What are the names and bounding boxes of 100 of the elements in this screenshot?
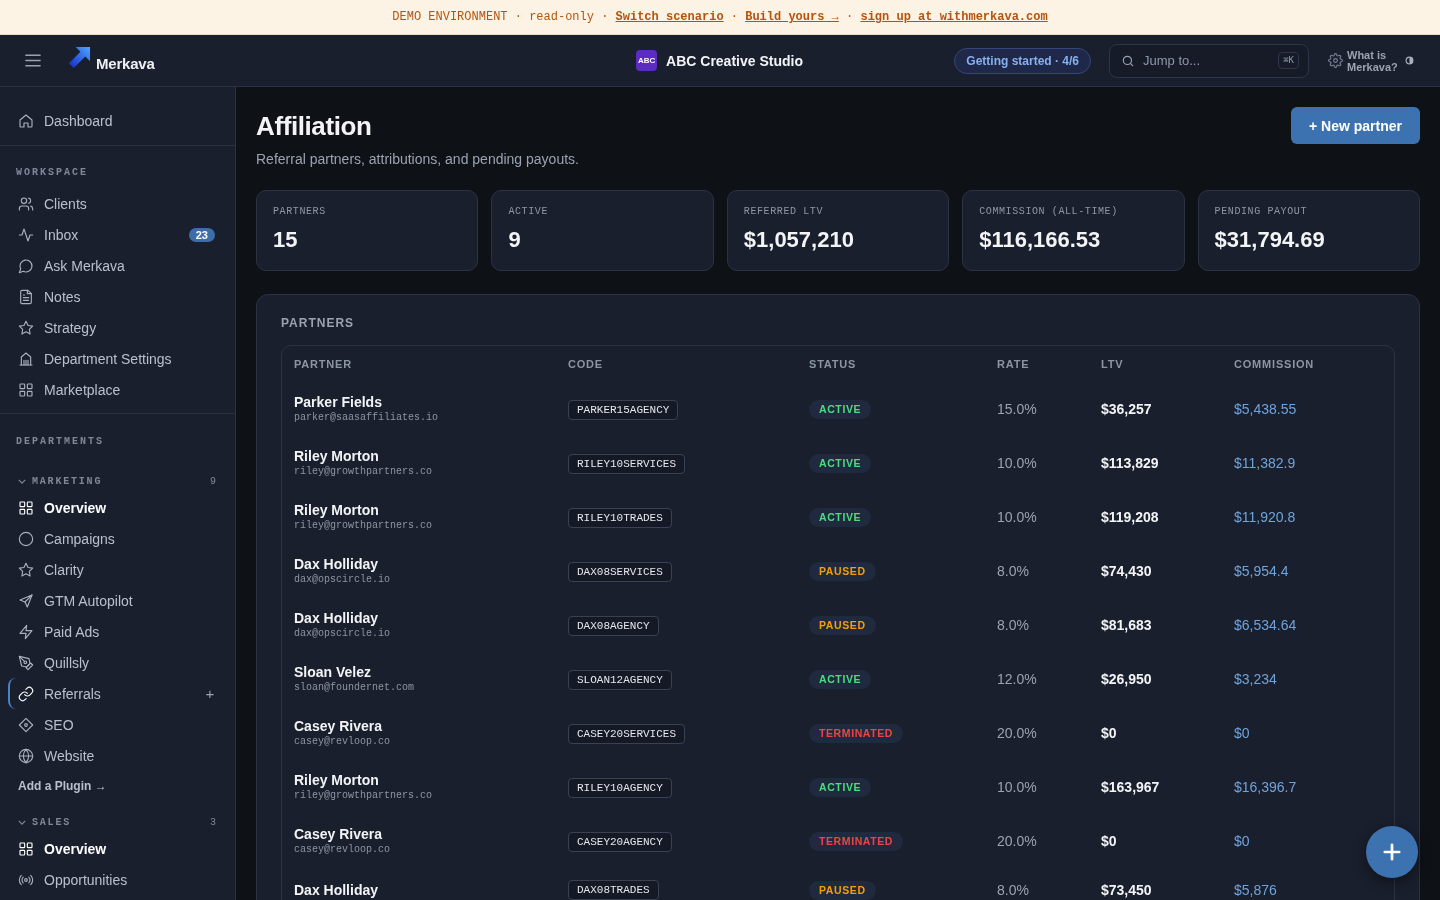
partner-name: Riley Morton: [294, 501, 379, 519]
referral-code: SLOAN12AGENCY: [568, 669, 672, 690]
banner-text: DEMO ENVIRONMENT · read-only · Switch scenario · Build yours → · sign up at withmerkava.com: [392, 9, 1048, 25]
sidebar-item[interactable]: Quillsly: [8, 647, 227, 678]
sidebar-item[interactable]: Referrals: [8, 678, 203, 709]
circle-icon: [18, 530, 34, 547]
stat-label: REFERRED LTV: [743, 206, 823, 218]
referral-code: PARKER15AGENCY: [568, 399, 679, 420]
rate-value: 8.0%: [997, 881, 1029, 898]
sidebar-item[interactable]: Overview: [8, 492, 227, 523]
commission-value: $0: [1234, 725, 1250, 741]
partner-email: parker@saasaffiliates.io: [294, 411, 439, 425]
sidebar-item[interactable]: SEO: [8, 709, 227, 740]
rate-value: 8.0%: [997, 563, 1029, 579]
arrow-logo-icon: [68, 46, 91, 69]
stat-label: PARTNERS: [273, 206, 326, 218]
rate-value: 10.0%: [997, 455, 1037, 471]
new-partner-button[interactable]: + New partner: [1291, 107, 1420, 144]
getting-started-button[interactable]: Getting started · 4/6: [954, 47, 1091, 74]
commission-value: $3,234: [1234, 671, 1277, 687]
sidebar-item[interactable]: Clarity: [8, 554, 227, 585]
ltv-value: $119,208: [1101, 509, 1159, 525]
paper-plane-icon: [18, 592, 34, 609]
grid-icon: [18, 840, 34, 857]
partner-name: Dax Holliday: [294, 880, 379, 899]
sidebar-item[interactable]: Inbox 23: [8, 219, 227, 250]
sidebar-item[interactable]: Overview: [8, 833, 227, 864]
grid-icon: [18, 381, 34, 398]
column-header: LTV: [1101, 358, 1124, 370]
add-action[interactable]: +: [203, 685, 217, 702]
add-plugin-link[interactable]: Add a Plugin →: [18, 778, 107, 794]
lightning-icon: [18, 623, 34, 640]
rate-value: 10.0%: [997, 779, 1037, 795]
settings-icon[interactable]: [1328, 53, 1343, 68]
sidebar-item[interactable]: GTM Autopilot: [8, 585, 227, 616]
referral-code: DAX08AGENCY: [568, 615, 659, 636]
home-icon: [18, 112, 34, 129]
sidebar-item[interactable]: Dashboard: [8, 105, 227, 136]
sidebar-item[interactable]: Campaigns: [8, 523, 227, 554]
status-badge: ACTIVE: [809, 670, 872, 689]
stat-value: 15: [273, 226, 298, 254]
banner-link[interactable]: Build yours →: [745, 10, 839, 24]
partner-email: dax@opscircle.io: [294, 573, 390, 587]
grid-icon: [18, 499, 34, 516]
referral-code: RILEY10AGENCY: [568, 777, 672, 798]
commission-value: $5,438.55: [1234, 401, 1297, 417]
column-header: PARTNER: [294, 358, 352, 370]
partner-email: riley@growthpartners.co: [294, 465, 433, 479]
ltv-value: $73,450: [1101, 881, 1152, 898]
stat-value: $1,057,210: [743, 226, 854, 254]
partner-email: casey@revloop.co: [294, 843, 390, 857]
partner-name: Sloan Velez: [294, 663, 372, 681]
star-icon: [18, 561, 34, 578]
sidebar-item[interactable]: Website: [8, 740, 227, 771]
pen-nib-icon: [18, 654, 34, 671]
sidebar-item[interactable]: Opportunities: [8, 864, 227, 895]
partner-email: riley@growthpartners.co: [294, 789, 433, 803]
referral-code: CASEY20AGENCY: [568, 831, 672, 852]
rate-value: 20.0%: [997, 725, 1037, 741]
ltv-value: $113,829: [1101, 455, 1159, 471]
status-badge: PAUSED: [809, 616, 876, 635]
status-badge: TERMINATED: [809, 724, 904, 743]
commission-value: $11,382.9: [1234, 455, 1296, 471]
referral-code: DAX08TRADES: [568, 880, 659, 900]
rate-value: 10.0%: [997, 509, 1037, 525]
banner-link[interactable]: Switch scenario: [615, 10, 724, 24]
help-link[interactable]: What is Merkava?: [1347, 48, 1403, 73]
diamond-icon: [18, 716, 34, 733]
contrast-icon[interactable]: [1405, 56, 1414, 65]
people-icon: [18, 195, 34, 212]
status-badge: PAUSED: [809, 880, 876, 900]
column-header: STATUS: [809, 358, 857, 370]
page-subtitle: Referral partners, attributions, and pending payouts.: [256, 150, 579, 169]
sidebar-item[interactable]: Department Settings: [8, 343, 227, 374]
partner-name: Casey Rivera: [294, 717, 382, 735]
search-icon: [1121, 53, 1135, 68]
group-toggle[interactable]: SALES: [18, 816, 71, 828]
ltv-value: $74,430: [1101, 563, 1152, 579]
sidebar-item[interactable]: Notes: [8, 281, 227, 312]
plus-icon: [1383, 843, 1401, 861]
partner-name: Riley Morton: [294, 447, 379, 465]
ltv-value: $36,257: [1101, 401, 1152, 417]
commission-value: $16,396.7: [1234, 779, 1297, 795]
menu-icon[interactable]: [25, 54, 41, 67]
banner-link[interactable]: sign up at withmerkava.com: [860, 10, 1048, 24]
sidebar-item[interactable]: Paid Ads: [8, 616, 227, 647]
section-label: DEPARTMENTS: [15, 435, 105, 449]
group-toggle[interactable]: MARKETING: [18, 475, 103, 487]
sidebar-item[interactable]: Ask Merkava: [8, 250, 227, 281]
document-icon: [18, 288, 34, 305]
sidebar-item[interactable]: Strategy: [8, 312, 227, 343]
ltv-value: $81,683: [1101, 617, 1152, 633]
ltv-value: $0: [1101, 725, 1117, 741]
sidebar-item[interactable]: Marketplace: [8, 374, 227, 405]
stat-value: $31,794.69: [1214, 226, 1325, 254]
rate-value: 20.0%: [997, 833, 1037, 849]
sidebar-item[interactable]: Clients: [8, 188, 227, 219]
status-badge: ACTIVE: [809, 454, 872, 473]
partner-name: Riley Morton: [294, 771, 379, 789]
workspace-name[interactable]: ABC Creative Studio: [666, 52, 803, 69]
